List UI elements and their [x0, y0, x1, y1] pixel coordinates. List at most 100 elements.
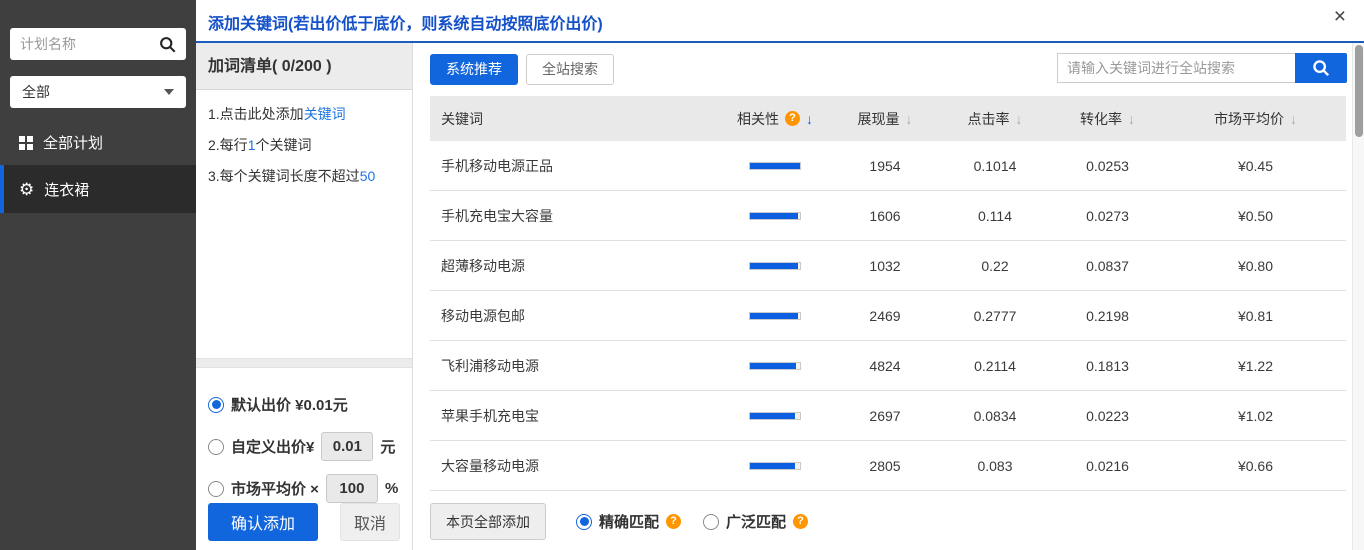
table-row[interactable]: 苹果手机充电宝 2697 0.0834 0.0223 ¥1.02	[430, 391, 1346, 441]
panel-divider	[196, 358, 412, 368]
radio-exact-match[interactable]	[576, 514, 592, 530]
bid-option-unit: 元	[380, 436, 395, 457]
cvr-cell: 0.0253	[1050, 158, 1165, 174]
table-row[interactable]: 大容量移动电源 2805 0.083 0.0216 ¥0.66	[430, 441, 1346, 491]
price-cell: ¥0.45	[1165, 158, 1346, 174]
sort-desc-icon-active[interactable]: ↓	[806, 111, 813, 127]
col-relevance: 相关性 ? ↓	[720, 109, 830, 129]
match-label: 精确匹配	[599, 511, 659, 532]
table-row[interactable]: 手机移动电源正品 1954 0.1014 0.0253 ¥0.45	[430, 141, 1346, 191]
panel-actions: 确认添加 取消	[208, 503, 400, 541]
sidebar: 全部 全部计划 ⚙ 连衣裙	[0, 0, 196, 550]
relevance-bar	[749, 412, 801, 420]
price-cell: ¥1.22	[1165, 358, 1346, 374]
close-icon[interactable]: ×	[1334, 6, 1346, 27]
tab-site-search[interactable]: 全站搜索	[526, 54, 614, 85]
col-price: 市场平均价 ↓	[1165, 109, 1346, 129]
keyword-search-button[interactable]	[1295, 53, 1347, 83]
ctr-cell: 0.2114	[940, 358, 1050, 374]
col-cvr: 转化率 ↓	[1050, 109, 1165, 129]
ctr-cell: 0.22	[940, 258, 1050, 274]
scrollbar-thumb[interactable]	[1355, 45, 1363, 137]
impressions-cell: 1954	[830, 158, 940, 174]
relevance-cell	[720, 462, 830, 470]
keyword-list-header: 加词清单( 0/200 )	[196, 43, 412, 90]
sort-desc-icon[interactable]: ↓	[1290, 111, 1297, 127]
radio-custom-bid[interactable]	[208, 439, 224, 455]
plan-filter-dropdown[interactable]: 全部	[10, 76, 186, 108]
source-tabs: 系统推荐 全站搜索	[430, 54, 614, 85]
plan-search-box[interactable]	[10, 28, 186, 60]
bid-option-label: 市场平均价 ×	[231, 478, 319, 499]
sidebar-item-label: 全部计划	[43, 132, 103, 153]
table-row[interactable]: 飞利浦移动电源 4824 0.2114 0.1813 ¥1.22	[430, 341, 1346, 391]
ctr-cell: 0.1014	[940, 158, 1050, 174]
table-row[interactable]: 移动电源包邮 2469 0.2777 0.2198 ¥0.81	[430, 291, 1346, 341]
confirm-add-button[interactable]: 确认添加	[208, 503, 318, 541]
keyword-cell: 移动电源包邮	[430, 306, 720, 326]
col-ctr: 点击率 ↓	[940, 109, 1050, 129]
cvr-cell: 0.0273	[1050, 208, 1165, 224]
keyword-cell: 苹果手机充电宝	[430, 406, 720, 426]
keyword-cell: 手机移动电源正品	[430, 156, 720, 176]
price-cell: ¥1.02	[1165, 408, 1346, 424]
relevance-cell	[720, 312, 830, 320]
search-icon	[1312, 59, 1330, 77]
keyword-search-input[interactable]	[1057, 53, 1295, 83]
table-footer: 本页全部添加 精确匹配 ? 广泛匹配 ?	[430, 503, 808, 540]
bid-option-label: 自定义出价¥	[231, 436, 314, 457]
tip-line: 2.每行1个关键词	[208, 135, 400, 155]
search-icon[interactable]	[159, 36, 176, 53]
relevance-cell	[720, 362, 830, 370]
keyword-search	[1057, 53, 1347, 83]
relevance-bar	[749, 262, 801, 270]
table-header: 关键词 相关性 ? ↓ 展现量 ↓ 点击率 ↓ 转化率 ↓ 市场平均价 ↓	[430, 96, 1346, 141]
impressions-cell: 2697	[830, 408, 940, 424]
custom-bid-input[interactable]	[321, 432, 373, 461]
plan-search-input[interactable]	[20, 36, 159, 52]
impressions-cell: 1032	[830, 258, 940, 274]
help-icon[interactable]: ?	[793, 514, 808, 529]
table-row[interactable]: 手机充电宝大容量 1606 0.114 0.0273 ¥0.50	[430, 191, 1346, 241]
relevance-bar	[749, 362, 801, 370]
keyword-input-area[interactable]: 1.点击此处添加关键词 2.每行1个关键词 3.每个关键词长度不超过50	[196, 90, 412, 358]
table-row[interactable]: 超薄移动电源 1032 0.22 0.0837 ¥0.80	[430, 241, 1346, 291]
cancel-button[interactable]: 取消	[340, 503, 400, 541]
impressions-cell: 1606	[830, 208, 940, 224]
sort-desc-icon[interactable]: ↓	[906, 111, 913, 127]
dialog-titlebar: 添加关键词(若出价低于底价，则系统自动按照底价出价) ×	[196, 0, 1364, 43]
bid-option-custom: 自定义出价¥ 元	[208, 432, 400, 461]
radio-broad-match[interactable]	[703, 514, 719, 530]
sort-desc-icon[interactable]: ↓	[1016, 111, 1023, 127]
cvr-cell: 0.2198	[1050, 308, 1165, 324]
cvr-cell: 0.0216	[1050, 458, 1165, 474]
sort-desc-icon[interactable]: ↓	[1128, 111, 1135, 127]
col-keyword: 关键词	[430, 109, 720, 129]
cvr-cell: 0.1813	[1050, 358, 1165, 374]
vertical-scrollbar[interactable]	[1352, 43, 1364, 550]
sidebar-item-dress-plan[interactable]: ⚙ 连衣裙	[0, 165, 196, 213]
price-cell: ¥0.50	[1165, 208, 1346, 224]
plan-filter-value: 全部	[22, 82, 50, 102]
impressions-cell: 2469	[830, 308, 940, 324]
relevance-cell	[720, 412, 830, 420]
help-icon[interactable]: ?	[666, 514, 681, 529]
add-all-button[interactable]: 本页全部添加	[430, 503, 546, 540]
keyword-table: 关键词 相关性 ? ↓ 展现量 ↓ 点击率 ↓ 转化率 ↓ 市场平均价 ↓	[430, 96, 1346, 491]
keyword-cell: 大容量移动电源	[430, 456, 720, 476]
radio-market-bid[interactable]	[208, 481, 224, 497]
bid-options: 默认出价 ¥0.01元 自定义出价¥ 元 市场平均价 × %	[196, 368, 412, 503]
bid-option-label: 默认出价 ¥0.01元	[231, 394, 348, 415]
tab-system-recommend[interactable]: 系统推荐	[430, 54, 518, 85]
help-icon[interactable]: ?	[785, 111, 800, 126]
table-body: 手机移动电源正品 1954 0.1014 0.0253 ¥0.45 手机充电宝大…	[430, 141, 1346, 491]
market-pct-input[interactable]	[326, 474, 378, 503]
sidebar-item-all-plans[interactable]: 全部计划	[0, 120, 196, 165]
keyword-cell: 超薄移动电源	[430, 256, 720, 276]
keyword-list-panel: 加词清单( 0/200 ) 1.点击此处添加关键词 2.每行1个关键词 3.每个…	[196, 43, 413, 550]
gear-icon: ⚙	[19, 181, 34, 198]
ctr-cell: 0.0834	[940, 408, 1050, 424]
impressions-cell: 4824	[830, 358, 940, 374]
bid-option-unit: %	[385, 480, 398, 497]
radio-default-bid[interactable]	[208, 397, 224, 413]
